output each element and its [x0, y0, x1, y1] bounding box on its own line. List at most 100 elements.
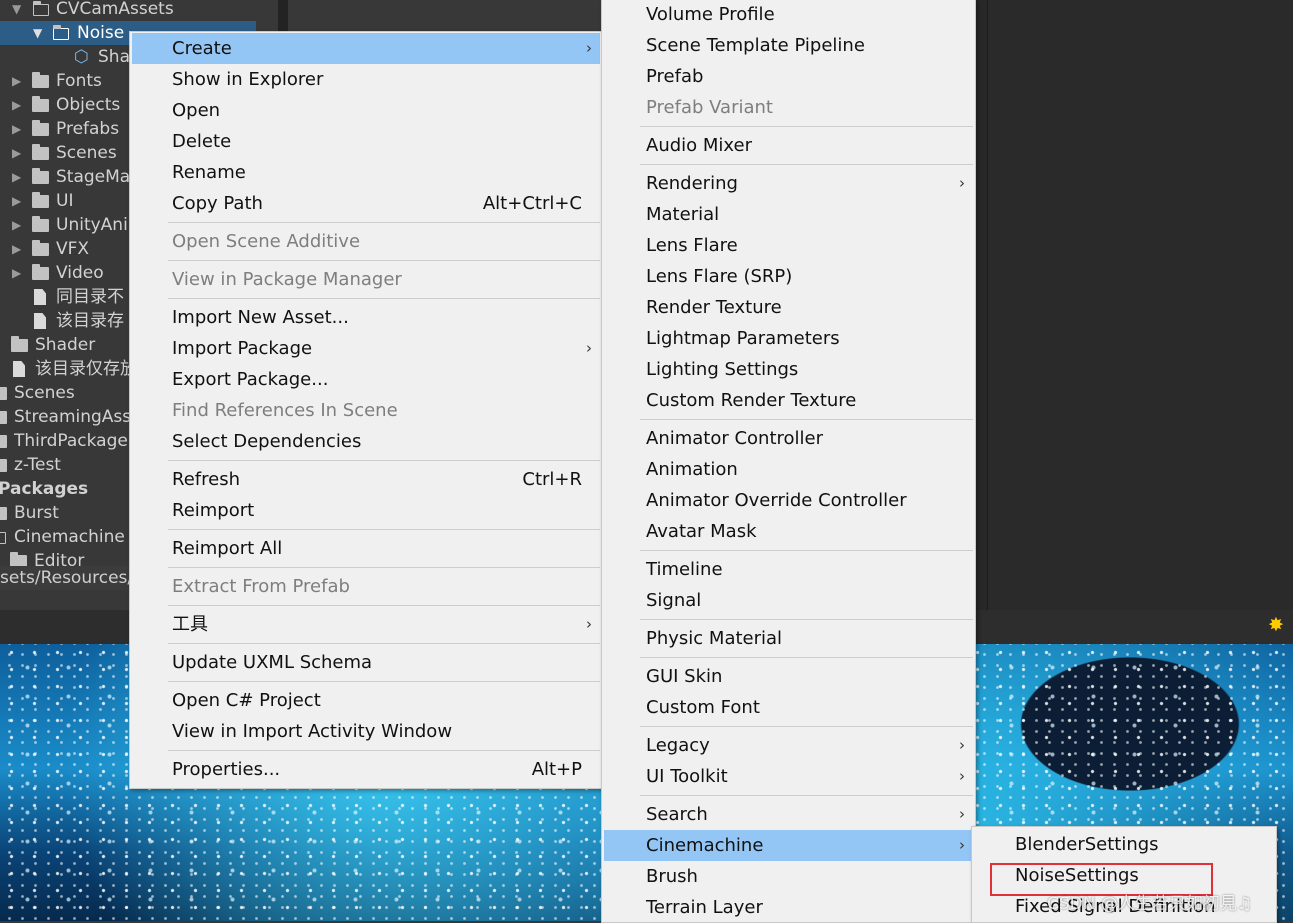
menu-item-tools[interactable]: 工具 › [132, 609, 600, 640]
shortcut-label: Alt+P [531, 759, 582, 780]
file-icon [13, 357, 25, 381]
folder-icon [32, 93, 49, 117]
menu-item-update-uxml-schema[interactable]: Update UXML Schema [132, 647, 600, 678]
menu-item-terrain-layer[interactable]: Terrain Layer [604, 892, 973, 923]
menu-item-search[interactable]: Search › [604, 799, 973, 830]
menu-item-custom-render-texture[interactable]: Custom Render Texture [604, 385, 973, 416]
folder-icon [0, 405, 7, 429]
watermark: CSDN @人生若只如初見♫ [1047, 894, 1253, 914]
menu-item-physic-material[interactable]: Physic Material [604, 623, 973, 654]
menu-item-material[interactable]: Material [604, 199, 973, 230]
folder-icon [32, 141, 49, 165]
tree-item-cvcamassets[interactable]: ▼ CVCamAssets [0, 0, 278, 21]
folder-open-icon [52, 21, 69, 45]
menu-item-import-new-asset[interactable]: Import New Asset... [132, 302, 600, 333]
menu-item-lightmap-parameters[interactable]: Lightmap Parameters [604, 323, 973, 354]
menu-item-show-in-explorer[interactable]: Show in Explorer [132, 64, 600, 95]
menu-item-select-dependencies[interactable]: Select Dependencies [132, 426, 600, 457]
menu-item-rename[interactable]: Rename [132, 157, 600, 188]
menu-item-reimport[interactable]: Reimport [132, 495, 600, 526]
menu-separator [640, 126, 973, 127]
folder-icon [32, 189, 49, 213]
expand-arrow-icon[interactable]: ▶ [12, 237, 21, 261]
folder-icon [11, 333, 28, 357]
file-icon [34, 309, 46, 333]
menu-item-ui-toolkit[interactable]: UI Toolkit › [604, 761, 973, 792]
menu-item-delete[interactable]: Delete [132, 126, 600, 157]
create-submenu: Volume Profile Scene Template Pipeline P… [601, 0, 976, 923]
chevron-right-icon: › [586, 39, 592, 57]
menu-item-gui-skin[interactable]: GUI Skin [604, 661, 973, 692]
shortcut-label: Alt+Ctrl+C [482, 193, 582, 214]
menu-item-rendering[interactable]: Rendering › [604, 168, 973, 199]
menu-item-animation[interactable]: Animation [604, 454, 973, 485]
folder-open-icon [0, 525, 6, 549]
expand-arrow-icon[interactable]: ▶ [12, 117, 21, 141]
menu-item-refresh[interactable]: Refresh Ctrl+R [132, 464, 600, 495]
menu-item-volume-profile[interactable]: Volume Profile [604, 0, 973, 30]
menu-separator [640, 795, 973, 796]
menu-item-custom-font[interactable]: Custom Font [604, 692, 973, 723]
expand-arrow-icon[interactable]: ▼ [33, 21, 42, 45]
expand-arrow-icon[interactable]: ▶ [12, 93, 21, 117]
expand-arrow-icon[interactable]: ▶ [12, 69, 21, 93]
chevron-right-icon: › [959, 736, 965, 754]
chevron-right-icon: › [959, 767, 965, 785]
menu-item-open-scene-additive: Open Scene Additive [172, 231, 361, 252]
menu-item-timeline[interactable]: Timeline [604, 554, 973, 585]
menu-item-scene-template-pipeline[interactable]: Scene Template Pipeline [604, 30, 973, 61]
chevron-right-icon: › [959, 174, 965, 192]
menu-item-blender-settings[interactable]: BlenderSettings [974, 829, 1274, 860]
menu-item-cinemachine[interactable]: Cinemachine › [604, 830, 973, 861]
folder-icon [32, 261, 49, 285]
menu-separator [168, 681, 600, 682]
menu-item-open-csharp-project[interactable]: Open C# Project [132, 685, 600, 716]
folder-icon [32, 165, 49, 189]
expand-arrow-icon[interactable]: ▶ [12, 213, 21, 237]
menu-item-prefab-variant: Prefab Variant [646, 97, 773, 118]
expand-arrow-icon[interactable]: ▶ [12, 141, 21, 165]
menu-item-open[interactable]: Open [132, 95, 600, 126]
menu-item-export-package[interactable]: Export Package... [132, 364, 600, 395]
menu-item-lens-flare-srp[interactable]: Lens Flare (SRP) [604, 261, 973, 292]
menu-separator [168, 298, 600, 299]
menu-separator [168, 750, 600, 751]
menu-item-properties[interactable]: Properties... Alt+P [132, 754, 600, 785]
context-menu: Create › Show in Explorer Open Delete Re… [129, 31, 603, 789]
chevron-right-icon: › [959, 805, 965, 823]
menu-separator [168, 643, 600, 644]
menu-item-avatar-mask[interactable]: Avatar Mask [604, 516, 973, 547]
menu-separator [168, 260, 600, 261]
chevron-right-icon: › [586, 615, 592, 633]
menu-separator [640, 619, 973, 620]
menu-separator [640, 726, 973, 727]
menu-separator [640, 419, 973, 420]
folder-icon [32, 69, 49, 93]
expand-arrow-icon[interactable]: ▼ [12, 0, 21, 21]
expand-arrow-icon[interactable]: ▶ [12, 189, 21, 213]
file-icon [34, 285, 46, 309]
menu-item-audio-mixer[interactable]: Audio Mixer [604, 130, 973, 161]
menu-item-copy-path[interactable]: Copy Path Alt+Ctrl+C [132, 188, 600, 219]
menu-item-animator-controller[interactable]: Animator Controller [604, 423, 973, 454]
menu-item-brush[interactable]: Brush [604, 861, 973, 892]
warning-bug-icon[interactable]: ✸ [1265, 614, 1287, 636]
folder-icon [32, 117, 49, 141]
chevron-right-icon: › [959, 836, 965, 854]
expand-arrow-icon[interactable]: ▶ [12, 261, 21, 285]
menu-item-create[interactable]: Create › [132, 33, 600, 64]
menu-item-signal[interactable]: Signal [604, 585, 973, 616]
folder-icon [0, 429, 7, 453]
menu-item-lighting-settings[interactable]: Lighting Settings [604, 354, 973, 385]
folder-icon [0, 453, 7, 477]
menu-item-reimport-all[interactable]: Reimport All [132, 533, 600, 564]
expand-arrow-icon[interactable]: ▶ [12, 165, 21, 189]
menu-item-legacy[interactable]: Legacy › [604, 730, 973, 761]
menu-item-lens-flare[interactable]: Lens Flare [604, 230, 973, 261]
menu-separator [168, 460, 600, 461]
menu-item-import-package[interactable]: Import Package › [132, 333, 600, 364]
menu-item-animator-override-controller[interactable]: Animator Override Controller [604, 485, 973, 516]
menu-item-view-import-activity[interactable]: View in Import Activity Window [132, 716, 600, 747]
menu-item-prefab[interactable]: Prefab [604, 61, 973, 92]
menu-item-render-texture[interactable]: Render Texture [604, 292, 973, 323]
